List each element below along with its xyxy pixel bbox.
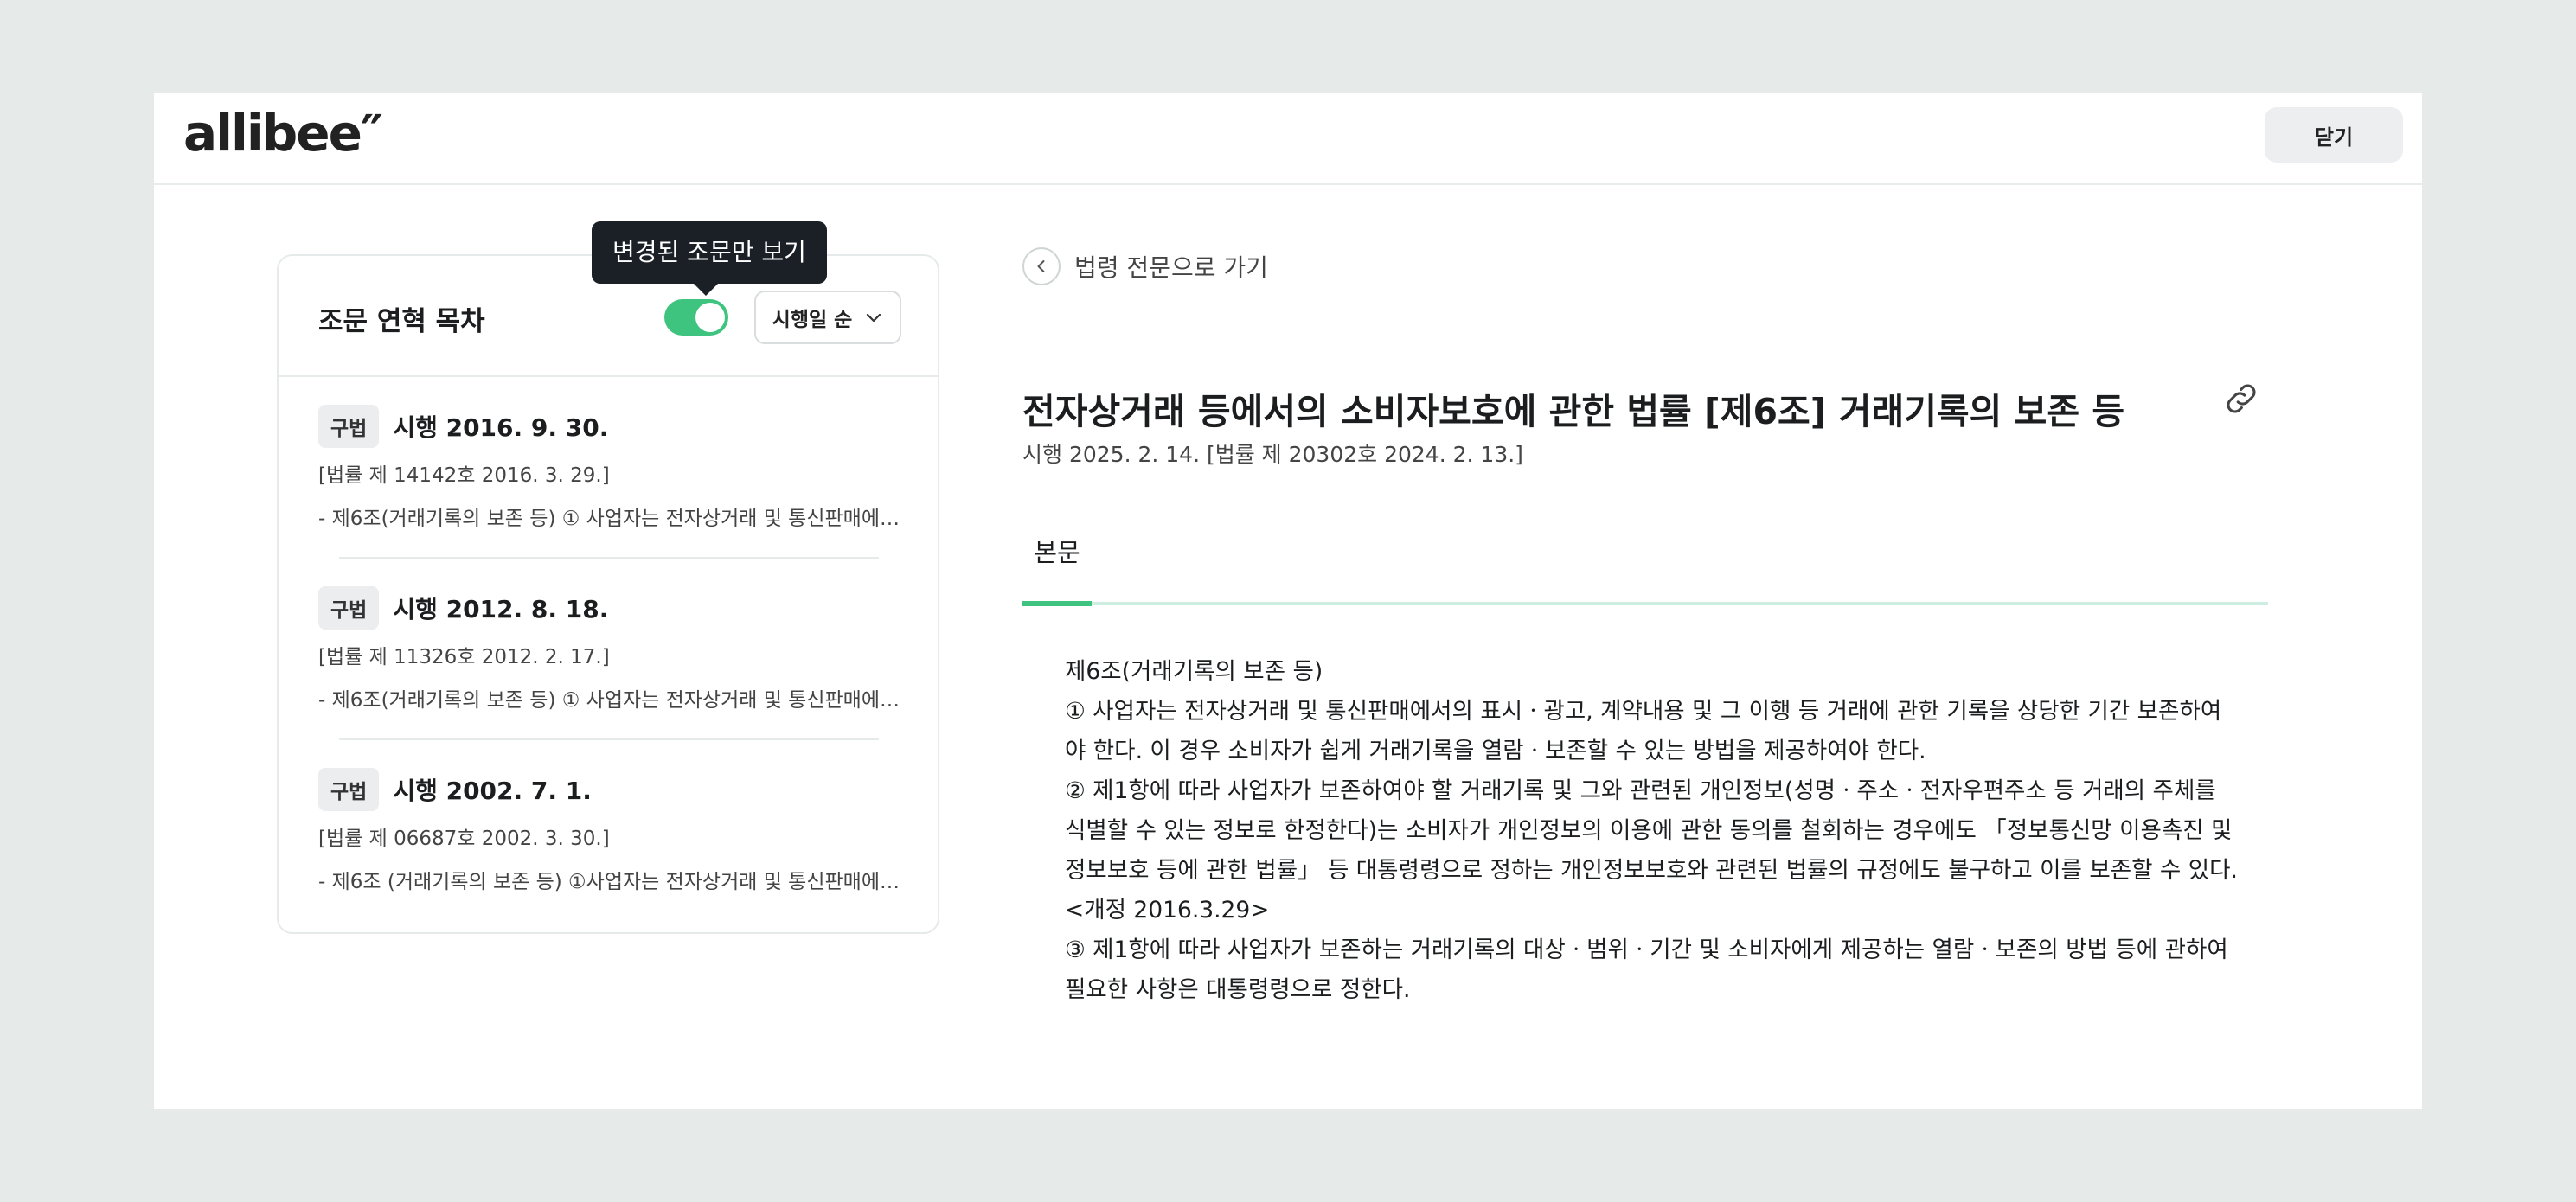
- toc-entry[interactable]: 구법 시행 2012. 8. 18. [법률 제 11326호 2012. 2.…: [318, 586, 907, 713]
- changed-only-tooltip: 변경된 조문만 보기: [592, 221, 827, 296]
- history-toc-panel: 조문 연혁 목차 변경된 조문만 보기 시행일 순 구법 시행 2016. 9.…: [277, 221, 939, 934]
- entry-date: 시행 2002. 7. 1.: [393, 777, 592, 805]
- sort-label: 시행일 순: [772, 309, 853, 331]
- toc-entry[interactable]: 구법 시행 2016. 9. 30. [법률 제 14142호 2016. 3.…: [318, 405, 907, 531]
- article-paragraph: ③ 제1항에 따라 사업자가 보존하는 거래기록의 대상ㆍ범위ㆍ기간 및 소비자…: [1065, 937, 2228, 1003]
- entry-law-number: [법률 제 11326호 2012. 2. 17.]: [318, 646, 610, 668]
- entry-law-number: [법률 제 14142호 2016. 3. 29.]: [318, 464, 610, 487]
- toggle-knob: [695, 303, 725, 332]
- tab-active-indicator: [1022, 601, 1092, 606]
- tab-body[interactable]: 본문: [1022, 533, 1092, 605]
- article-paragraph: ① 사업자는 전자상거래 및 통신판매에서의 표시ㆍ광고, 계약내용 및 그 이…: [1065, 698, 2222, 764]
- old-law-badge: 구법: [318, 586, 380, 630]
- divider: [339, 557, 879, 559]
- toc-entry[interactable]: 구법 시행 2002. 7. 1. [법률 제 06687호 2002. 3. …: [318, 768, 907, 894]
- entry-summary: - 제6조(거래기록의 보존 등) ① 사업자는 전자상거래 및 통신판매에서의…: [318, 689, 907, 712]
- old-law-badge: 구법: [318, 405, 380, 448]
- old-law-badge: 구법: [318, 768, 380, 811]
- entry-date: 시행 2016. 9. 30.: [393, 413, 609, 442]
- law-title: 전자상거래 등에서의 소비자보호에 관한 법률 [제6조] 거래기록의 보존 등: [1022, 391, 2125, 432]
- back-to-full-law-link[interactable]: 법령 전문으로 가기: [1022, 247, 1268, 285]
- sort-dropdown[interactable]: 시행일 순: [754, 291, 901, 344]
- changed-only-toggle[interactable]: [664, 299, 728, 336]
- close-button[interactable]: 닫기: [2265, 107, 2403, 163]
- chevron-left-icon: [1037, 260, 1045, 272]
- back-button[interactable]: [1022, 247, 1061, 285]
- toc-title: 조문 연혁 목차: [318, 306, 485, 337]
- divider: [339, 738, 879, 740]
- law-subtitle: 시행 2025. 2. 14. [법률 제 20302호 2024. 2. 13…: [1022, 442, 1523, 467]
- entry-law-number: [법률 제 06687호 2002. 3. 30.]: [318, 828, 610, 850]
- tab-track: [1022, 602, 2268, 605]
- chevron-down-icon: [867, 313, 881, 323]
- article-heading: 제6조(거래기록의 보존 등): [1065, 658, 1323, 685]
- link-icon[interactable]: [2221, 379, 2261, 419]
- toc-header: 조문 연혁 목차 변경된 조문만 보기 시행일 순: [279, 221, 938, 377]
- header: allibee″ 닫기: [154, 93, 2422, 185]
- logo: allibee″: [183, 104, 383, 163]
- entry-summary: - 제6조(거래기록의 보존 등) ① 사업자는 전자상거래 및 통신판매에서의…: [318, 508, 907, 530]
- article-body: 제6조(거래기록의 보존 등) ① 사업자는 전자상거래 및 통신판매에서의 표…: [1065, 652, 2241, 1010]
- article-paragraph: ② 제1항에 따라 사업자가 보존하여야 할 거래기록 및 그와 관련된 개인정…: [1065, 777, 2238, 924]
- back-label: 법령 전문으로 가기: [1074, 253, 1268, 282]
- app-window: allibee″ 닫기 조문 연혁 목차 변경된 조문만 보기 시행일 순 구법…: [154, 93, 2422, 1109]
- entry-summary: - 제6조 (거래기록의 보존 등) ①사업자는 전자상거래 및 통신판매에서의…: [318, 871, 907, 893]
- entry-date: 시행 2012. 8. 18.: [393, 595, 609, 623]
